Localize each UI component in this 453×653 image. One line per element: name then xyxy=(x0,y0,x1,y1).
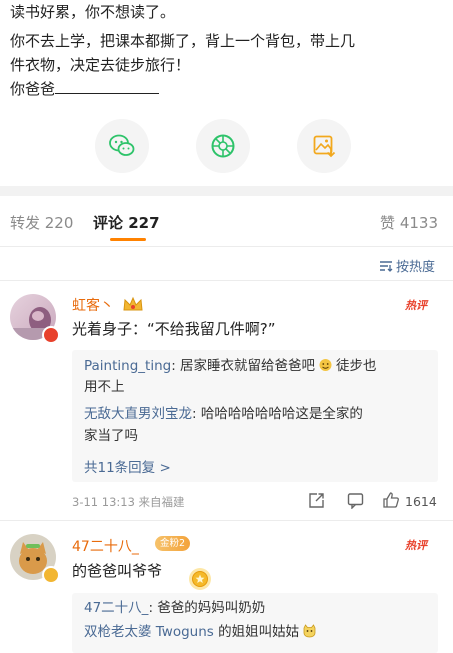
tab-likes[interactable]: 赞 4133 xyxy=(380,212,438,233)
fan-badge: 金粉2 xyxy=(155,536,191,551)
like-icon[interactable] xyxy=(382,491,400,509)
post-text-line: 件衣物，决定去徒步旅行！ xyxy=(10,56,191,74)
hot-comment-tag: 热评 xyxy=(405,539,427,552)
reply-text: 家当了吗 xyxy=(84,428,138,444)
post-text-fragment: 你爸爸 xyxy=(10,80,56,98)
reply: Painting_ting: 居家睡衣就留给爸爸吧 徒步也 xyxy=(84,358,377,374)
comment-text: 的爸爸叫爷爷 xyxy=(72,562,163,580)
reply-text: 用不上 xyxy=(84,379,125,395)
like-count: 1614 xyxy=(405,494,437,509)
post-text-line: 读书好累，你不想读了。 xyxy=(10,3,176,21)
replies-box[interactable]: 47二十八_: 爸爸的妈妈叫奶奶 双枪老太婆 Twoguns 的姐姐叫姑姑 xyxy=(72,593,438,653)
share-moments-button[interactable] xyxy=(196,119,250,173)
fill-blank xyxy=(55,79,160,94)
post-text-line: 你不去上学，把课本都撕了，背上一个背包，带上几 xyxy=(10,32,356,50)
sort-label: 按热度 xyxy=(395,260,435,275)
reply: 47二十八_: 爸爸的妈妈叫奶奶 xyxy=(84,600,266,616)
gold-medal-icon xyxy=(189,568,211,590)
reply-text: 徒步也 xyxy=(336,358,377,374)
replies-box[interactable]: Painting_ting: 居家睡衣就留给爸爸吧 徒步也 用不上 无敌大直男刘宝… xyxy=(72,350,438,482)
reply: 双枪老太婆 Twoguns 的姐姐叫姑姑 xyxy=(84,622,317,642)
reply-text: 的姐姐叫姑姑 xyxy=(218,624,300,640)
tab-comments[interactable]: 评论 227 xyxy=(93,212,160,233)
crown-icon xyxy=(123,296,143,311)
save-image-icon xyxy=(313,135,336,158)
reply-username[interactable]: 双枪老太婆 Twoguns xyxy=(84,624,214,640)
more-replies-link[interactable]: 共11条回复 > xyxy=(84,456,171,476)
comment-username[interactable]: 虹客丶 xyxy=(72,295,114,315)
verified-badge-icon xyxy=(42,326,60,344)
wechat-icon xyxy=(109,134,135,156)
post-text-line: 你爸爸 xyxy=(10,79,160,99)
share-wechat-button[interactable] xyxy=(95,119,149,173)
save-image-button[interactable] xyxy=(297,119,351,173)
verified-badge-icon xyxy=(42,566,60,584)
reply-text: 爸爸的妈妈叫奶奶 xyxy=(157,600,266,616)
moments-icon xyxy=(211,134,235,158)
sort-icon xyxy=(379,260,393,272)
comment-text: 光着身子：“不给我留几件啊?” xyxy=(72,320,276,338)
reply-text: 哈哈哈哈哈哈哈这是全家的 xyxy=(200,406,363,422)
list-divider xyxy=(0,520,453,521)
hot-comment-tag: 热评 xyxy=(405,299,427,312)
tabs-divider xyxy=(0,246,453,247)
cat-emoji-icon xyxy=(303,624,316,638)
list-divider xyxy=(0,280,453,281)
reply-text: 居家睡衣就留给爸爸吧 xyxy=(180,358,316,374)
sort-button[interactable]: 按热度 xyxy=(379,256,435,275)
reply-username[interactable]: 47二十八_ xyxy=(84,600,148,616)
comment-meta: 3-11 13:13 来自福建 xyxy=(72,495,185,509)
active-tab-indicator xyxy=(110,238,146,241)
comment-icon[interactable] xyxy=(347,492,364,509)
reply-username[interactable]: Painting_ting xyxy=(84,358,171,374)
tab-reposts[interactable]: 转发 220 xyxy=(10,212,73,233)
section-divider xyxy=(0,186,453,196)
reply-username[interactable]: 无敌大直男刘宝龙 xyxy=(84,406,192,422)
reply: 无敌大直男刘宝龙: 哈哈哈哈哈哈哈这是全家的 xyxy=(84,406,363,422)
face-emoji-icon xyxy=(319,359,332,371)
share-icon[interactable] xyxy=(308,492,325,509)
comment-username[interactable]: 47二十八_ xyxy=(72,536,139,556)
